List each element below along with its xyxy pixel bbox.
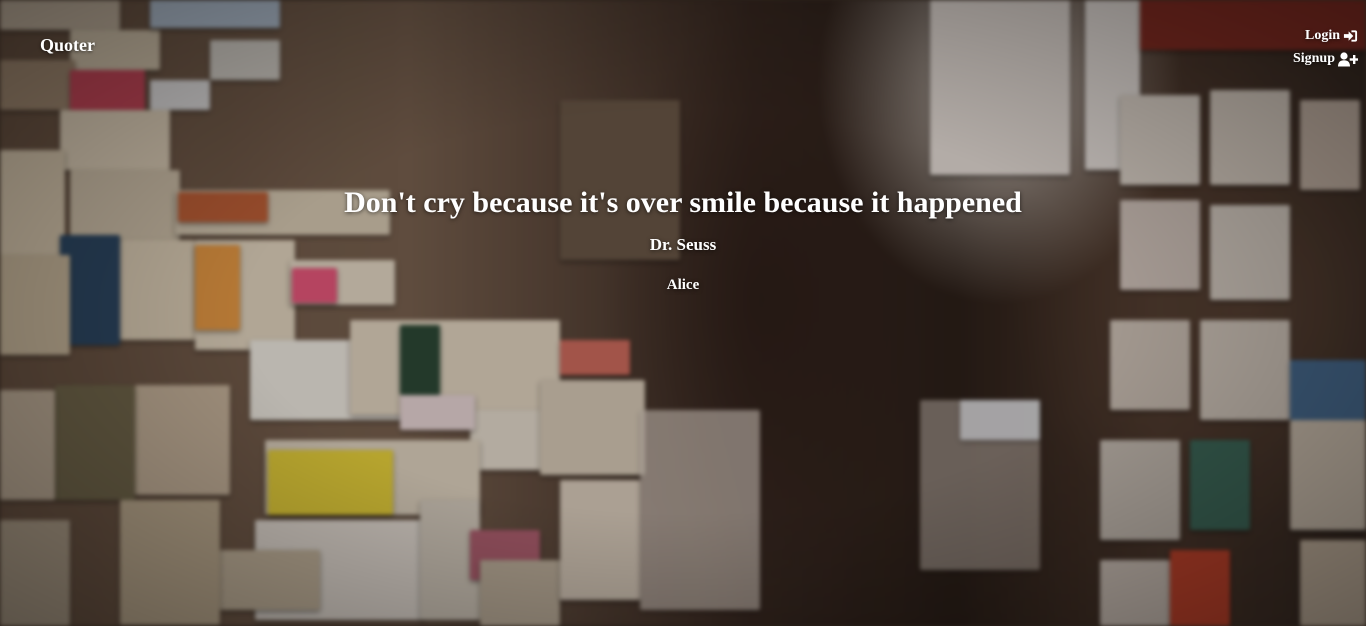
login-label: Login	[1304, 28, 1340, 43]
login-link[interactable]: Login	[1305, 28, 1358, 44]
quote-posted-by: Alice	[666, 277, 700, 293]
bookstore-background-image	[0, 0, 1366, 626]
sign-in-icon	[1343, 30, 1358, 42]
top-nav: Login Signup	[1293, 28, 1358, 67]
signup-label: Signup	[1292, 51, 1335, 66]
page: Quoter Login Signup Don't cry because it…	[0, 0, 1366, 626]
quote-block: Don't cry because it's over smile becaus…	[0, 185, 1366, 295]
quote-author: Dr. Seuss	[649, 235, 717, 254]
quote-text: Don't cry because it's over smile becaus…	[344, 186, 1022, 219]
brand-logo-link[interactable]: Quoter	[40, 35, 95, 56]
signup-link[interactable]: Signup	[1293, 51, 1358, 67]
user-plus-icon	[1338, 51, 1358, 66]
